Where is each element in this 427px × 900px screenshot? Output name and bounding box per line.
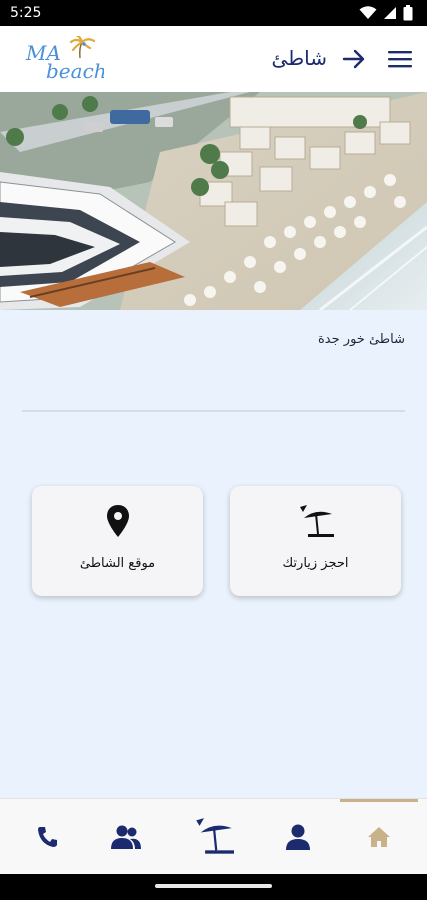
signal-icon (384, 7, 396, 19)
map-pin-icon (106, 505, 129, 537)
beach-resort-photo (0, 92, 427, 310)
hero-image (0, 92, 427, 310)
status-bar: 5:25 (0, 0, 427, 26)
book-visit-label: احجز زيارتك (282, 556, 349, 571)
divider (22, 410, 405, 412)
menu-button[interactable] (385, 44, 415, 74)
beach-name: شاطئ خور جدة (317, 332, 405, 347)
app-screen: MA beach شاطئ شاطئ خور جدة احجز زيارتك م… (0, 26, 427, 874)
nav-item-booking[interactable] (174, 799, 254, 874)
app-header: MA beach شاطئ (0, 26, 427, 92)
nav-item-contact[interactable] (8, 799, 88, 874)
nav-item-home[interactable] (339, 799, 419, 874)
home-icon (368, 827, 390, 847)
users-icon (111, 825, 141, 849)
system-navigation-area (0, 874, 427, 900)
content-area: شاطئ خور جدة احجز زيارتك موقع الشاطئ (0, 310, 427, 798)
beach-location-label: موقع الشاطئ (79, 556, 156, 571)
wifi-icon (359, 6, 377, 19)
beach-umbrella-icon (196, 818, 234, 854)
profile-icon (286, 824, 310, 850)
nav-item-profile[interactable] (258, 799, 338, 874)
beach-location-card[interactable]: موقع الشاطئ (32, 486, 203, 596)
bottom-navigation (0, 798, 427, 874)
page-title: شاطئ (271, 46, 327, 70)
beach-umbrella-icon (299, 505, 334, 537)
status-icons (359, 4, 413, 22)
book-visit-card[interactable]: احجز زيارتك (230, 486, 401, 596)
hamburger-menu-icon (388, 51, 412, 68)
phone-icon (38, 827, 57, 847)
home-gesture-bar[interactable] (155, 884, 272, 888)
status-time: 5:25 (10, 5, 42, 21)
nav-item-group[interactable] (86, 799, 166, 874)
ma-beach-logo: MA beach (25, 36, 104, 83)
battery-icon (403, 5, 413, 21)
logo-text-bottom: beach (46, 59, 104, 83)
arrow-right-icon[interactable] (341, 46, 367, 72)
